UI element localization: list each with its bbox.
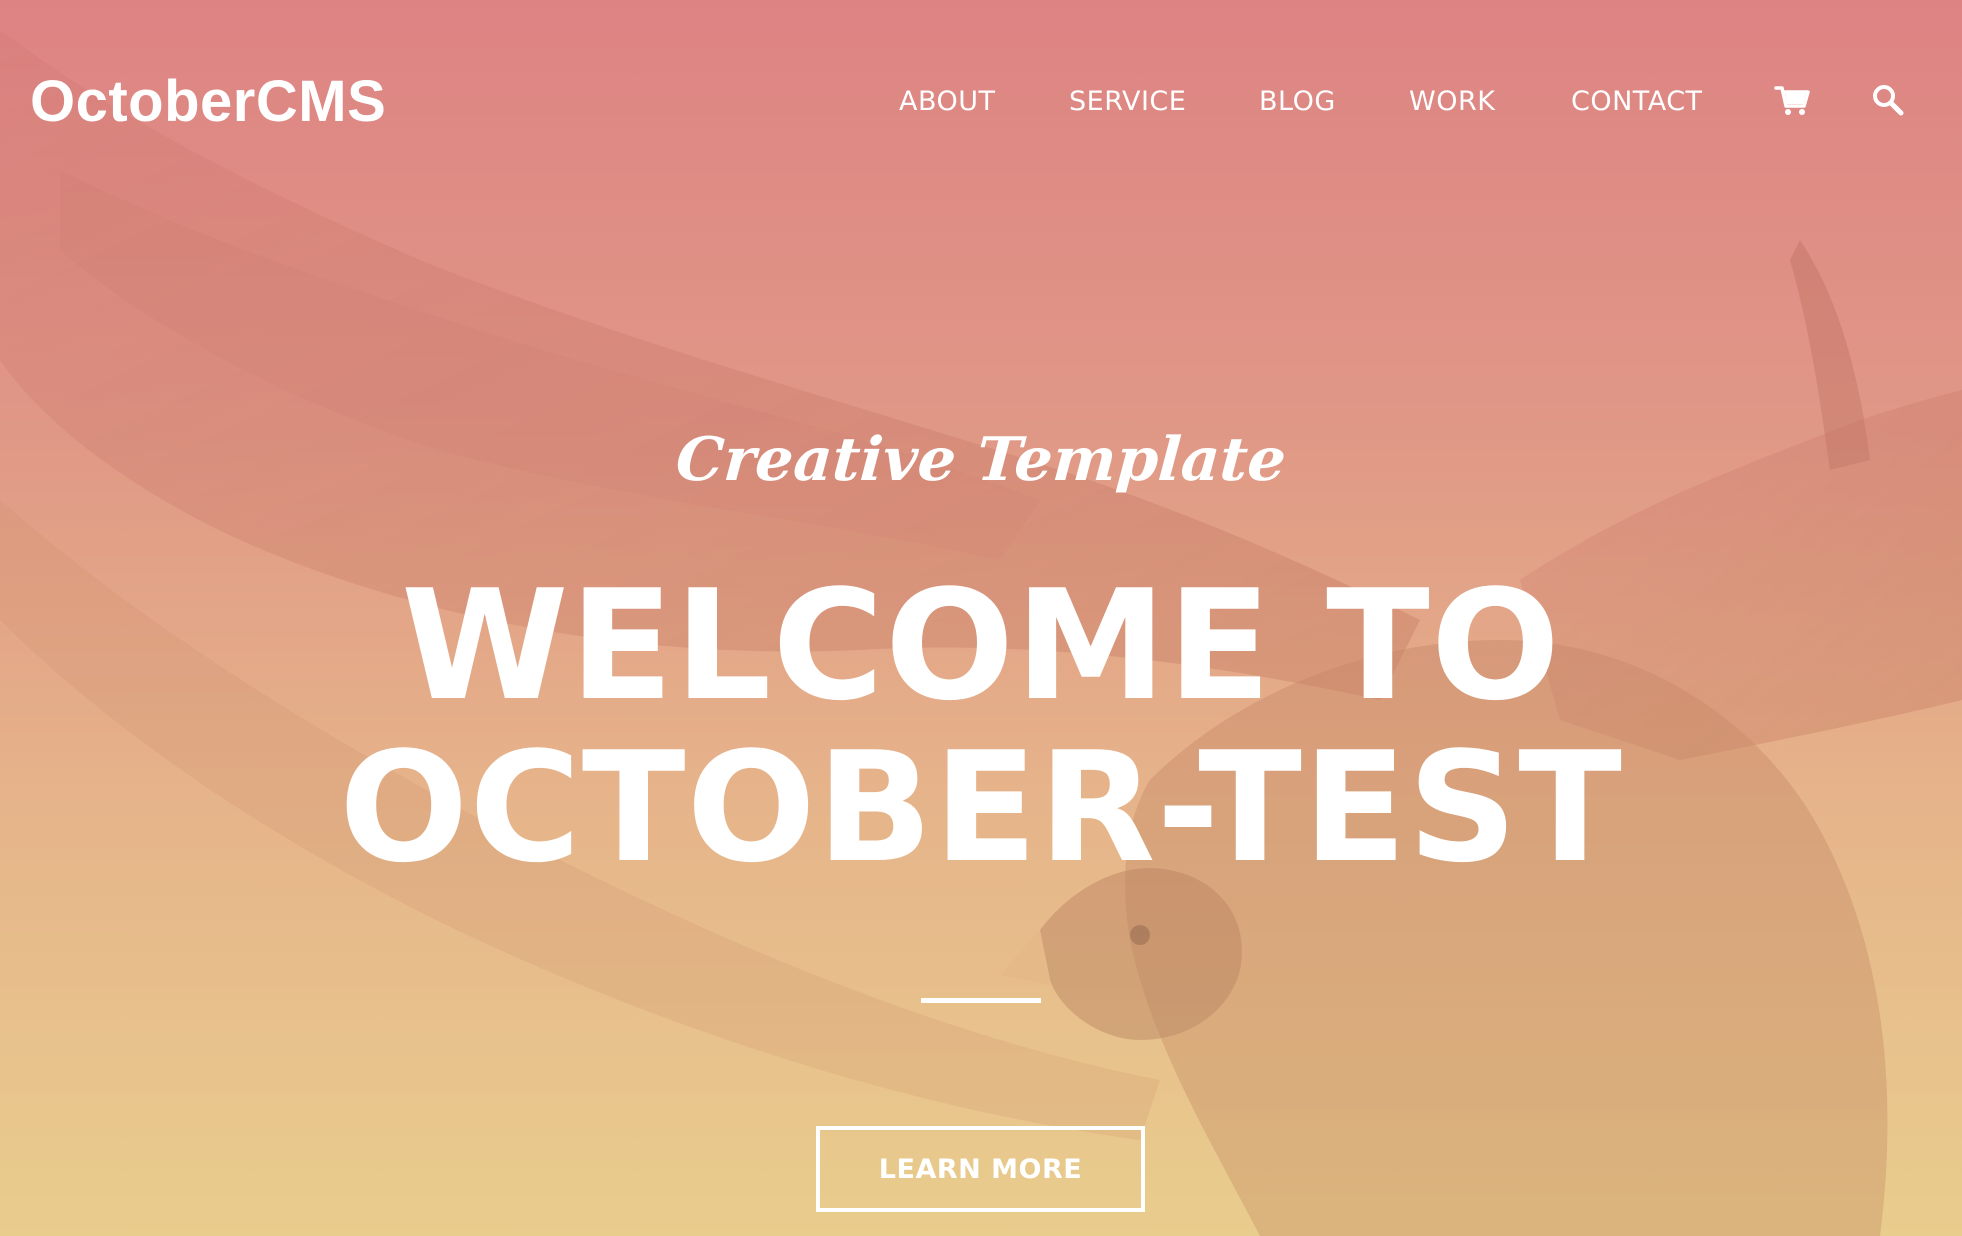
hero-subtitle: Creative Template: [673, 425, 1289, 495]
hero-section: OctoberCMS ABOUT SERVICE BLOG WORK CONTA…: [0, 0, 1962, 1236]
search-icon[interactable]: [1870, 82, 1906, 118]
learn-more-button[interactable]: LEARN MORE: [816, 1126, 1145, 1212]
nav-item-work[interactable]: WORK: [1409, 86, 1495, 117]
hero-headline-line-1: WELCOME TO: [400, 557, 1562, 734]
hero-headline-line-2: OCTOBER-TEST: [339, 719, 1623, 896]
nav-item-service[interactable]: SERVICE: [1069, 86, 1186, 117]
nav-item-about[interactable]: ABOUT: [899, 86, 996, 117]
hero-divider: [921, 998, 1041, 1003]
brand-logo[interactable]: OctoberCMS: [30, 68, 386, 135]
hero-headline: WELCOME TO OCTOBER-TEST: [0, 565, 1962, 889]
nav-item-contact[interactable]: CONTACT: [1571, 86, 1703, 117]
top-navbar: OctoberCMS ABOUT SERVICE BLOG WORK CONTA…: [0, 0, 1962, 205]
nav-item-blog[interactable]: BLOG: [1259, 86, 1336, 117]
shopping-cart-icon[interactable]: [1774, 82, 1810, 118]
